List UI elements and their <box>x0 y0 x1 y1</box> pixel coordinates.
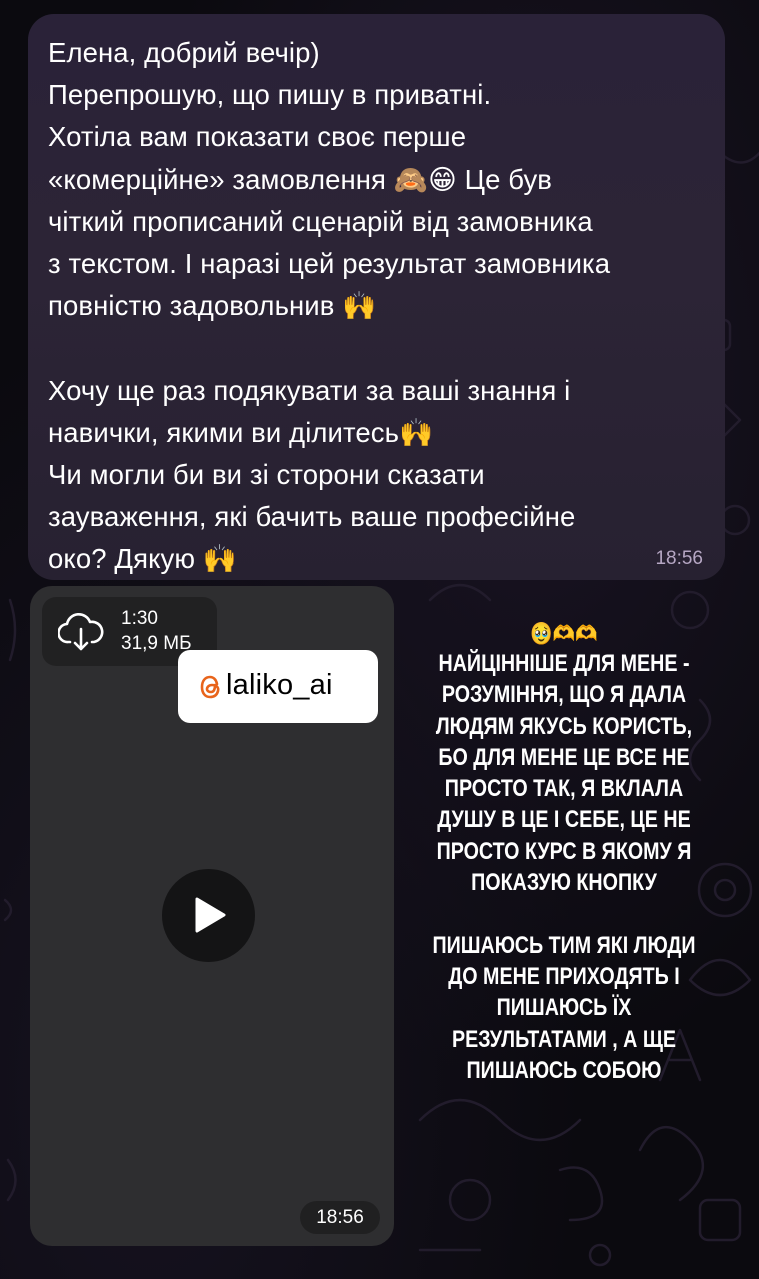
video-duration: 1:30 <box>121 608 158 629</box>
video-file-size: 31,9 МБ <box>121 633 192 654</box>
message-line: Чи могли би ви зі сторони сказати <box>48 459 485 491</box>
message-line <box>48 327 703 369</box>
story-caption-line: БО ДЛЯ МЕНЕ ЦЕ ВСЕ НЕ <box>438 743 690 771</box>
story-caption-line: ЛЮДЯМ ЯКУСЬ КОРИСТЬ, <box>435 712 693 740</box>
play-icon <box>195 897 226 933</box>
threads-handle: laliko_ai <box>226 669 333 701</box>
story-emoji: 🥹🫶🫶 <box>530 621 598 646</box>
message-text: Елена, добрий вечір) Перепрошую, що пишу … <box>48 32 703 581</box>
message-line: Хочу ще раз подякувати за ваші знання і <box>48 374 571 406</box>
story-caption-line: РЕЗУЛЬТАТАМИ , А ЩЕ <box>451 1025 677 1053</box>
story-caption-line: ПИШАЮСЬ СОБОЮ <box>466 1056 662 1084</box>
threads-logo-icon <box>200 675 220 699</box>
story-caption-line: ДО МЕНЕ ПРИХОДЯТЬ І <box>448 962 680 990</box>
story-caption-line: РОЗУМІННЯ, ЩО Я ДАЛА <box>441 681 687 709</box>
cloud-download-icon[interactable] <box>58 612 104 652</box>
message-timestamp: 18:56 <box>655 548 703 569</box>
story-caption-line <box>428 898 700 929</box>
message-line: «комерційне» замовлення 🙈😁 Це був <box>48 163 553 195</box>
message-line: Елена, добрий вечір) <box>48 37 320 68</box>
message-line: зауваження, які бачить ваше професійне <box>48 501 576 533</box>
story-caption-line: ПИШАЮСЬ ЇХ <box>496 994 632 1022</box>
story-caption-line: ПОКАЗУЮ КНОПКУ <box>471 869 657 897</box>
story-caption-line: ПИШАЮСЬ ТИМ ЯКІ ЛЮДИ <box>432 931 696 959</box>
incoming-message-bubble[interactable]: Елена, добрий вечір) Перепрошую, що пишу … <box>28 14 725 580</box>
story-caption: 🥹🫶🫶 НАЙЦІННІШЕ ДЛЯ МЕНЕ - РОЗУМІННЯ, ЩО Я… <box>428 620 700 1086</box>
threads-handle-sticker: laliko_ai <box>178 650 378 723</box>
message-line: Хотіла вам показати своє перше <box>48 121 467 153</box>
message-line: з текстом. І наразі цей результат замовн… <box>48 248 611 280</box>
message-line: Перепрошую, що пишу в приватні. <box>48 79 492 111</box>
video-timestamp: 18:56 <box>300 1201 380 1234</box>
story-caption-line: ПРОСТО ТАК, Я ВКЛАЛА <box>444 775 684 803</box>
story-caption-line: НАЙЦІННІШЕ ДЛЯ МЕНЕ - <box>438 650 690 677</box>
message-line: чіткий прописаний сценарій від замовника <box>48 205 593 237</box>
story-caption-line: ПРОСТО КУРС В ЯКОМУ Я <box>436 837 692 865</box>
play-button[interactable] <box>162 869 255 962</box>
message-line: око? Дякую 🙌 <box>48 543 238 575</box>
story-caption-line: ДУШУ В ЦЕ І СЕБЕ, ЦЕ НЕ <box>437 806 691 834</box>
message-line: повністю задовольнив 🙌 <box>48 290 377 322</box>
message-line: навички, якими ви ділитесь🙌 <box>48 416 434 448</box>
